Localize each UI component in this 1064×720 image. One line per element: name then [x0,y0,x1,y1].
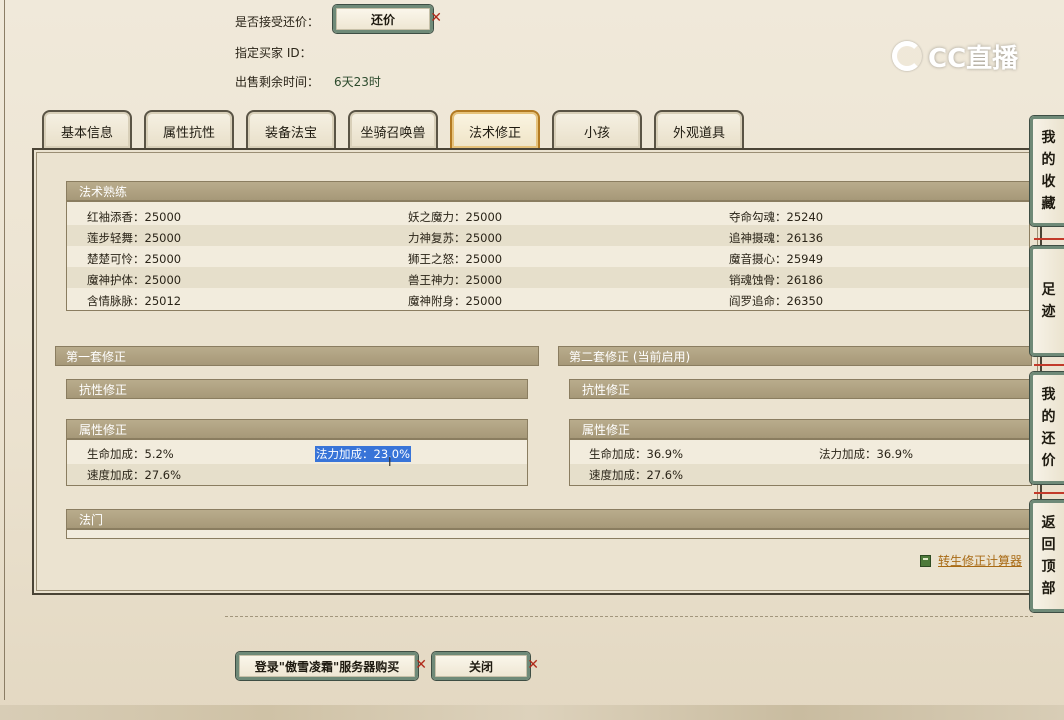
side-tab-char: 迹 [1041,304,1056,320]
counter-offer-button[interactable]: 还价 ✕ [333,5,442,33]
button-ornament-icon: ✕ [430,10,442,26]
tab-attribute-resist[interactable]: 属性抗性 [144,110,234,148]
tab-appearance-items[interactable]: 外观道具 [654,110,744,148]
side-tab-char: 收 [1041,174,1056,190]
spell-value: 魔神附身：25000 [408,294,503,308]
tab-mounts-summons[interactable]: 坐骑召唤兽 [348,110,438,148]
side-divider [1034,364,1064,366]
tab-spell-correction[interactable]: 法术修正 [450,110,540,148]
tab-label: 法术修正 [468,125,521,141]
close-button[interactable]: 关闭 ✕ [432,652,539,680]
set2-mana-bonus: 法力加成：36.9% [819,447,914,461]
accept-counter-offer-label: 是否接受还价： [235,15,320,29]
spell-value: 含情脉脉：25012 [87,294,182,308]
remaining-time-label: 出售剩余时间： [235,75,320,89]
side-tab-char: 我 [1041,387,1056,403]
spell-mastery-header: 法术熟练 [66,181,1030,201]
left-border [4,0,5,700]
side-divider [1034,238,1064,240]
side-tab-char: 足 [1041,282,1056,298]
set1-speed-bonus: 速度加成：27.6% [87,468,182,482]
side-tab-char: 回 [1041,537,1056,553]
set1-hp-bonus: 生命加成：5.2% [87,447,174,461]
spell-value: 妖之魔力：25000 [408,210,503,224]
spell-value: 魔神护体：25000 [87,273,182,287]
spell-value: 兽王神力：25000 [408,273,503,287]
logo-text: CC直播 [928,43,1019,74]
remaining-time-value: 6天23时 [334,75,381,89]
faction-box [66,529,1032,539]
designated-buyer-label: 指定买家 ID： [235,46,312,60]
bottom-decor-strip [0,705,1064,720]
login-buy-button[interactable]: 登录"傲雪凌霜"服务器购买 ✕ [236,652,427,680]
side-tab-char: 的 [1041,409,1056,425]
tab-label: 小孩 [583,125,610,141]
tab-basic-info[interactable]: 基本信息 [42,110,132,148]
tab-label: 坐骑召唤兽 [360,125,426,141]
side-divider [1034,492,1064,494]
spell-value: 红袖添香：25000 [87,210,182,224]
side-tab-char: 部 [1041,581,1056,597]
cc-live-logo: CC直播 [892,36,1032,76]
tab-label: 属性抗性 [162,125,215,141]
side-tab-char: 价 [1041,453,1056,469]
set2-header: 第二套修正 (当前启用) [558,346,1032,366]
row-stripe [67,267,1029,288]
side-tab-char: 藏 [1041,196,1056,212]
side-tab-char: 还 [1041,431,1056,447]
set2-speed-bonus: 速度加成：27.6% [589,468,684,482]
text-cursor-icon: I [388,455,392,469]
cc-logo-icon [892,41,922,71]
side-tab-char: 返 [1041,515,1056,531]
set2-resist-header: 抗性修正 [569,379,1032,399]
close-button-label: 关闭 [468,659,493,674]
tab-label: 外观道具 [672,125,725,141]
tab-equipment[interactable]: 装备法宝 [246,110,336,148]
set1-mana-bonus: 法力加成：23.0% [315,446,412,462]
rebirth-calculator-link[interactable]: 转生修正计算器 [920,552,1022,569]
set1-attr-header: 属性修正 [66,419,528,439]
side-tab-char: 顶 [1041,559,1056,575]
spell-value: 阎罗追命：26350 [729,294,824,308]
calculator-icon [920,554,931,567]
tab-child[interactable]: 小孩 [552,110,642,148]
side-tab-my-favorites[interactable]: 我 的 收 藏 [1030,116,1064,226]
spell-value: 力神复苏：25000 [408,231,503,245]
login-buy-button-label: 登录"傲雪凌霜"服务器购买 [254,659,400,674]
counter-offer-button-label: 还价 [370,12,395,27]
side-tab-char: 的 [1041,152,1056,168]
button-ornament-icon: ✕ [415,657,427,673]
divider [225,616,1033,617]
spell-value: 夺命勾魂：25240 [729,210,824,224]
spell-value: 追神摄魂：26136 [729,231,824,245]
row-stripe [67,225,1029,246]
set1-header: 第一套修正 [55,346,539,366]
side-tab-footprint[interactable]: 足 迹 [1030,246,1064,356]
faction-header: 法门 [66,509,1032,529]
tab-label: 基本信息 [60,125,113,141]
spell-value: 莲步轻舞：25000 [87,231,182,245]
side-tab-my-counter-offers[interactable]: 我 的 还 价 [1030,372,1064,484]
spell-value: 狮王之怒：25000 [408,252,503,266]
calc-link-label: 转生修正计算器 [938,554,1023,568]
set2-attr-header: 属性修正 [569,419,1032,439]
spell-value: 魔音摄心：25949 [729,252,824,266]
spell-value: 销魂蚀骨：26186 [729,273,824,287]
spell-mastery-box [66,201,1030,311]
side-tab-char: 我 [1041,130,1056,146]
tab-label: 装备法宝 [264,125,317,141]
spell-value: 楚楚可怜：25000 [87,252,182,266]
button-ornament-icon: ✕ [527,657,539,673]
side-tab-back-to-top[interactable]: 返 回 顶 部 [1030,500,1064,612]
set2-hp-bonus: 生命加成：36.9% [589,447,684,461]
set1-resist-header: 抗性修正 [66,379,528,399]
